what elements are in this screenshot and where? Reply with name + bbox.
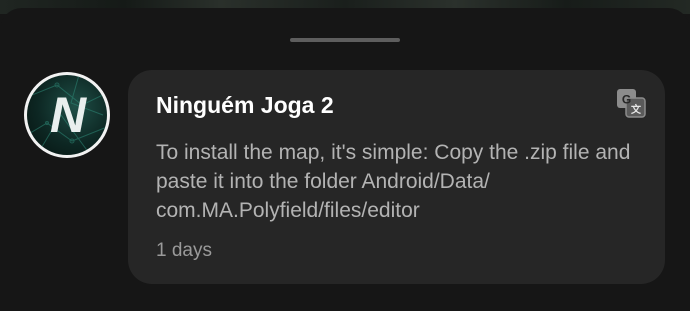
comment-author[interactable]: Ninguém Joga 2 <box>156 92 334 119</box>
avatar-image: N <box>27 75 107 155</box>
avatar[interactable]: N <box>24 72 110 158</box>
comment-card: Ninguém Joga 2 G 文 To install the map, i… <box>128 70 665 284</box>
svg-text:G: G <box>622 93 631 107</box>
svg-text:文: 文 <box>631 103 642 116</box>
comment-timestamp: 1 days <box>156 240 212 261</box>
translate-icon[interactable]: G 文 <box>616 88 646 118</box>
comment-message: To install the map, it's simple: Copy th… <box>156 141 631 222</box>
avatar-art: N <box>27 75 107 155</box>
avatar-letter: N <box>50 87 87 143</box>
drag-handle[interactable] <box>290 38 400 42</box>
